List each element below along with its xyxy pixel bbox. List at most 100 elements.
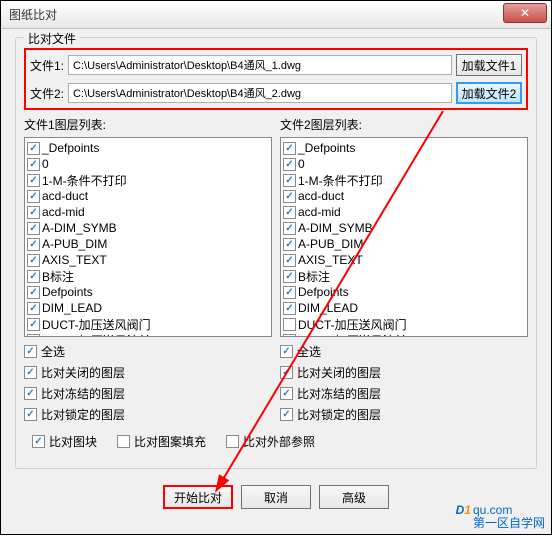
closed-layers-label: 比对关闭的图层: [297, 364, 381, 381]
list1-label: 文件1图层列表:: [24, 116, 272, 133]
layer-item[interactable]: DIM_LEAD: [27, 300, 269, 316]
checkbox-icon[interactable]: [27, 302, 40, 315]
checkbox-icon[interactable]: [280, 387, 293, 400]
checkbox-icon[interactable]: [27, 334, 40, 338]
layer-item[interactable]: DUCT-加压送风阀门: [27, 316, 269, 332]
checkbox-icon[interactable]: [27, 158, 40, 171]
layer-item[interactable]: AXIS_TEXT: [283, 252, 525, 268]
checkbox-icon[interactable]: [27, 238, 40, 251]
layer-name: acd-duct: [42, 189, 88, 203]
file2-layer-list[interactable]: _Defpoints01-M-条件不打印acd-duct acd-midA-DIM…: [280, 137, 528, 337]
frozen-layers-label: 比对冻结的图层: [297, 385, 381, 402]
layer-name: 1-M-条件不打印: [42, 172, 127, 189]
file2-path-input[interactable]: [68, 83, 452, 103]
files-group-title: 比对文件: [24, 30, 80, 47]
layer-name: acd-mid: [42, 205, 85, 219]
file1-path-input[interactable]: [68, 55, 452, 75]
checkbox-icon[interactable]: [283, 206, 296, 219]
close-button[interactable]: ✕: [503, 3, 547, 23]
layer-item[interactable]: Defpoints: [283, 284, 525, 300]
window-title: 图纸比对: [9, 6, 57, 23]
layer-name: 0: [42, 157, 49, 171]
layer-name: acd-mid: [298, 205, 341, 219]
checkbox-icon[interactable]: [117, 435, 130, 448]
layer-name: DUCT-加压送风阀门: [42, 316, 151, 333]
layer-item[interactable]: B标注: [27, 268, 269, 284]
layer-name: DIM_LEAD: [298, 301, 358, 315]
layer-item[interactable]: 0: [283, 156, 525, 172]
layer-item[interactable]: B标注: [283, 268, 525, 284]
checkbox-icon[interactable]: [283, 334, 296, 338]
checkbox-icon[interactable]: [27, 174, 40, 187]
checkbox-icon[interactable]: [27, 206, 40, 219]
layer-item[interactable]: DUCT-加压送风法兰: [27, 332, 269, 337]
file-selection-highlight: 文件1: 加载文件1 文件2: 加载文件2: [24, 48, 528, 110]
layer-item[interactable]: AXIS_TEXT: [27, 252, 269, 268]
checkbox-icon[interactable]: [283, 222, 296, 235]
checkbox-icon[interactable]: [283, 318, 296, 331]
list1-options: 全选 比对关闭的图层 比对冻结的图层 比对锁定的图层: [24, 343, 272, 423]
select-all-label: 全选: [41, 343, 65, 360]
file2-label: 文件2:: [30, 85, 64, 102]
layer-item[interactable]: acd-mid: [27, 204, 269, 220]
dialog-buttons: 开始比对 取消 高级: [15, 477, 537, 517]
checkbox-icon[interactable]: [280, 408, 293, 421]
layer-item[interactable]: A-DIM_SYMB: [283, 220, 525, 236]
load-file2-button[interactable]: 加载文件2: [456, 82, 522, 104]
checkbox-icon[interactable]: [27, 190, 40, 203]
layer-name: DIM_LEAD: [42, 301, 102, 315]
cancel-button[interactable]: 取消: [241, 485, 311, 509]
layer-item[interactable]: acd-duct: [27, 188, 269, 204]
layer-name: acd-duct: [298, 189, 344, 203]
layer-name: DUCT-加压送风阀门: [298, 316, 407, 333]
advanced-button[interactable]: 高级: [319, 485, 389, 509]
layer-item[interactable]: acd-mid: [283, 204, 525, 220]
layer-item[interactable]: 0: [27, 156, 269, 172]
layer-item[interactable]: A-PUB_DIM: [283, 236, 525, 252]
checkbox-icon[interactable]: [27, 142, 40, 155]
layer-item[interactable]: _Defpoints: [27, 140, 269, 156]
checkbox-icon[interactable]: [283, 190, 296, 203]
layer-item[interactable]: DUCT-加压送风法兰: [283, 332, 525, 337]
checkbox-icon[interactable]: [32, 435, 45, 448]
checkbox-icon[interactable]: [283, 270, 296, 283]
checkbox-icon[interactable]: [280, 345, 293, 358]
checkbox-icon[interactable]: [27, 222, 40, 235]
layer-item[interactable]: A-DIM_SYMB: [27, 220, 269, 236]
checkbox-icon[interactable]: [27, 254, 40, 267]
layer-item[interactable]: 1-M-条件不打印: [27, 172, 269, 188]
titlebar: 图纸比对 ✕: [1, 1, 551, 29]
checkbox-icon[interactable]: [27, 286, 40, 299]
checkbox-icon[interactable]: [27, 318, 40, 331]
file1-row: 文件1: 加载文件1: [30, 54, 522, 76]
list2-options: 全选 比对关闭的图层 比对冻结的图层 比对锁定的图层: [280, 343, 528, 423]
checkbox-icon[interactable]: [24, 387, 37, 400]
checkbox-icon[interactable]: [24, 366, 37, 379]
checkbox-icon[interactable]: [24, 345, 37, 358]
compare-xref-label: 比对外部参照: [243, 433, 315, 450]
checkbox-icon[interactable]: [24, 408, 37, 421]
checkbox-icon[interactable]: [283, 254, 296, 267]
layer-name: _Defpoints: [42, 141, 99, 155]
layer-item[interactable]: acd-duct: [283, 188, 525, 204]
file1-layer-list[interactable]: _Defpoints 01-M-条件不打印acd-duct acd-midA-DIM…: [24, 137, 272, 337]
checkbox-icon[interactable]: [283, 286, 296, 299]
layer-item[interactable]: DIM_LEAD: [283, 300, 525, 316]
layer-lists-container: 文件1图层列表: _Defpoints01-M-条件不打印acd-ductacd…: [24, 116, 528, 427]
layer-item[interactable]: 1-M-条件不打印: [283, 172, 525, 188]
layer-item[interactable]: DUCT-加压送风阀门: [283, 316, 525, 332]
load-file1-button[interactable]: 加载文件1: [456, 54, 522, 76]
checkbox-icon[interactable]: [283, 174, 296, 187]
checkbox-icon[interactable]: [283, 302, 296, 315]
start-compare-button[interactable]: 开始比对: [163, 485, 233, 509]
checkbox-icon[interactable]: [27, 270, 40, 283]
layer-item[interactable]: A-PUB_DIM: [27, 236, 269, 252]
checkbox-icon[interactable]: [283, 238, 296, 251]
checkbox-icon[interactable]: [283, 158, 296, 171]
checkbox-icon[interactable]: [226, 435, 239, 448]
checkbox-icon[interactable]: [280, 366, 293, 379]
locked-layers-label: 比对锁定的图层: [41, 406, 125, 423]
layer-item[interactable]: _Defpoints: [283, 140, 525, 156]
layer-item[interactable]: Defpoints: [27, 284, 269, 300]
checkbox-icon[interactable]: [283, 142, 296, 155]
